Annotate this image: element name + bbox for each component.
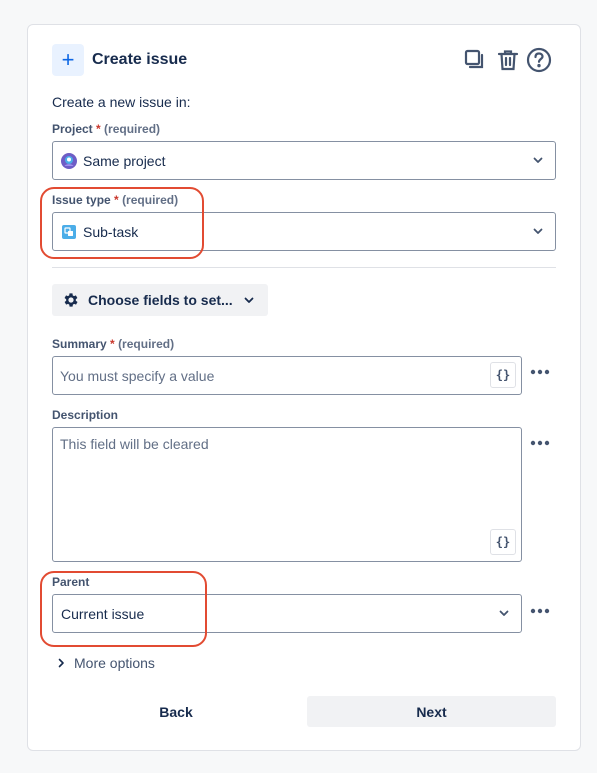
intro-text: Create a new issue in: xyxy=(52,94,191,110)
next-button[interactable]: Next xyxy=(307,696,556,727)
project-label: Project * (required) xyxy=(52,122,161,136)
more-options-toggle[interactable]: More options xyxy=(56,655,155,671)
issue-type-label: Issue type * (required) xyxy=(52,193,179,207)
more-actions-icon[interactable] xyxy=(529,432,551,454)
gear-icon xyxy=(62,291,80,309)
more-actions-icon[interactable] xyxy=(529,600,551,622)
project-select[interactable]: Same project xyxy=(52,141,556,180)
trash-icon[interactable] xyxy=(495,47,521,73)
choose-fields-label: Choose fields to set... xyxy=(88,292,233,308)
project-avatar-icon xyxy=(61,152,77,169)
copy-icon[interactable] xyxy=(462,47,488,73)
parent-value: Current issue xyxy=(61,605,145,622)
summary-input[interactable]: You must specify a value xyxy=(52,356,522,395)
back-button[interactable]: Back xyxy=(52,697,300,727)
chevron-down-icon xyxy=(533,228,543,234)
chevron-down-icon xyxy=(533,157,543,163)
subtask-icon xyxy=(61,224,77,240)
description-placeholder: This field will be cleared xyxy=(60,436,209,452)
description-label: Description xyxy=(52,408,119,422)
insert-smart-value-button[interactable]: {} xyxy=(490,362,516,388)
page-title: Create issue xyxy=(92,51,188,68)
more-actions-icon[interactable] xyxy=(529,361,551,383)
chevron-down-icon xyxy=(244,297,254,303)
summary-label: Summary * (required) xyxy=(52,337,175,351)
plus-icon: + xyxy=(52,44,84,76)
help-icon[interactable] xyxy=(526,47,552,73)
chevron-down-icon xyxy=(499,610,509,616)
summary-placeholder: You must specify a value xyxy=(60,367,215,384)
description-textarea[interactable]: This field will be cleared xyxy=(52,427,522,562)
parent-select[interactable]: Current issue xyxy=(52,594,522,633)
choose-fields-button[interactable]: Choose fields to set... xyxy=(52,284,268,316)
project-value: Same project xyxy=(83,152,166,169)
create-issue-card: + Create issue Create a new issue in: Pr… xyxy=(27,24,581,751)
parent-label: Parent xyxy=(52,575,90,589)
chevron-right-icon xyxy=(58,658,64,668)
insert-smart-value-button[interactable]: {} xyxy=(490,529,516,555)
issue-type-select[interactable]: Sub-task xyxy=(52,212,556,251)
issue-type-value: Sub-task xyxy=(83,223,139,240)
more-options-label: More options xyxy=(74,655,155,671)
divider xyxy=(52,267,556,268)
